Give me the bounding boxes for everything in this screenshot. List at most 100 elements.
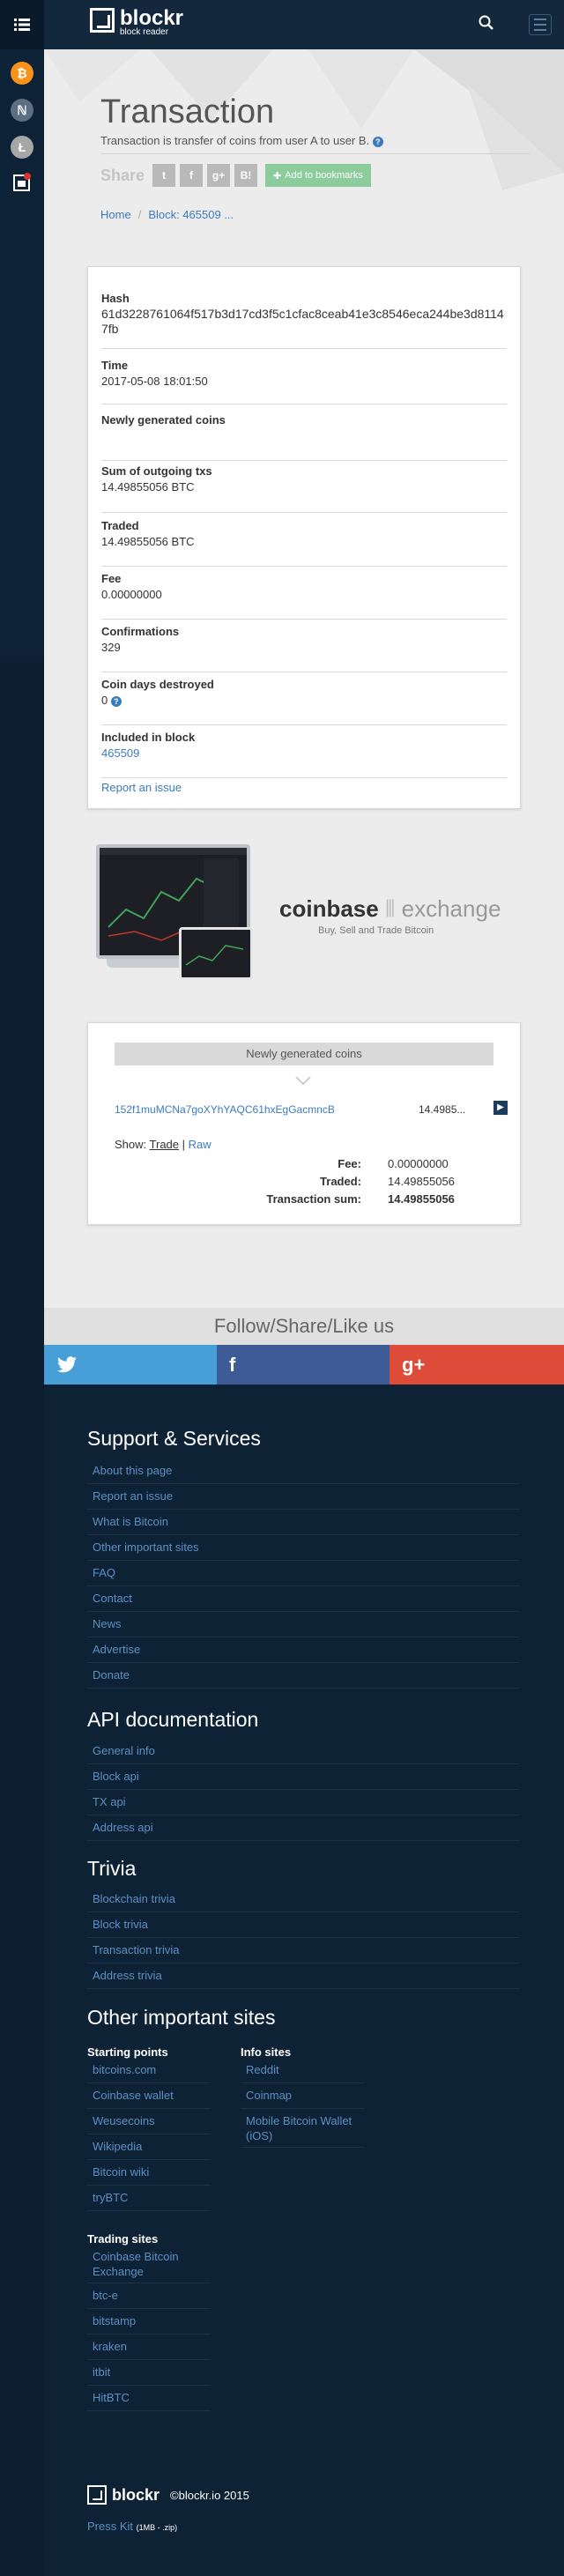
block-link[interactable]: 465509: [101, 746, 139, 760]
footer-link-about[interactable]: About this page: [87, 1459, 519, 1484]
footer-link-coinbase-wallet[interactable]: Coinbase wallet: [87, 2083, 211, 2109]
footer-link-block-trivia[interactable]: Block trivia: [87, 1912, 519, 1938]
page-hero: Transaction Transaction is transfer of c…: [44, 49, 564, 239]
googleplus-icon: g+: [402, 1353, 426, 1376]
show-trade-link[interactable]: Trade: [150, 1138, 179, 1151]
footer-link-coinmap[interactable]: Coinmap: [241, 2083, 364, 2109]
brand-name: blockr: [120, 6, 184, 30]
report-issue-link[interactable]: Report an issue: [101, 781, 182, 794]
search-icon: [479, 15, 494, 30]
googleplus-button[interactable]: g+: [390, 1345, 564, 1385]
breadcrumb-block[interactable]: Block: 465509 ...: [148, 208, 234, 221]
breadcrumb-home[interactable]: Home: [100, 208, 131, 221]
ad-brand-name: coinbase: [279, 895, 379, 922]
hash-label: Hash: [101, 292, 130, 305]
output-amount: 14.4985...: [419, 1103, 466, 1116]
footer-link-address-trivia[interactable]: Address trivia: [87, 1964, 519, 1989]
hash-field: Hash 61d3228761064f517b3d17cd3f5c1cfac8c…: [101, 292, 507, 349]
api-list: General info Block api TX api Address ap…: [87, 1739, 519, 1841]
page-subtitle: Transaction is transfer of coins from us…: [100, 134, 383, 147]
copyright: ©blockr.io 2015: [170, 2488, 249, 2502]
press-kit-note: (1MB - .zip): [136, 2523, 178, 2532]
hamburger-line: [534, 29, 546, 31]
facebook-icon: f: [229, 1353, 236, 1376]
footer-link-transaction-trivia[interactable]: Transaction trivia: [87, 1938, 519, 1964]
blockr-logo[interactable]: blockr block reader: [90, 8, 183, 37]
fee-summary-label: Fee:: [338, 1157, 361, 1170]
footer-link-advertise[interactable]: Advertise: [87, 1637, 519, 1663]
footer-link-address-api[interactable]: Address api: [87, 1815, 519, 1841]
twitter-icon: [56, 1355, 77, 1372]
footer-link-general-info[interactable]: General info: [87, 1739, 519, 1764]
hash-value: 61d3228761064f517b3d17cd3f5c1cfac8ceab41…: [101, 307, 504, 336]
fee-summary-value: 0.00000000: [388, 1157, 449, 1170]
api-heading: API documentation: [87, 1708, 259, 1731]
share-facebook-button[interactable]: f: [180, 164, 204, 187]
sum-field: Sum of outgoing txs 14.49855056 BTC: [101, 464, 507, 513]
footer-link-what-is-bitcoin[interactable]: What is Bitcoin: [87, 1510, 519, 1535]
footer-link-report[interactable]: Report an issue: [87, 1484, 519, 1510]
footer-link-bitcoins-com[interactable]: bitcoins.com: [87, 2058, 211, 2083]
footer-link-itbit[interactable]: itbit: [87, 2360, 211, 2386]
share-hatena-button[interactable]: B!: [234, 164, 258, 187]
share-twitter-button[interactable]: t: [152, 164, 176, 187]
notifications-button[interactable]: [0, 159, 44, 206]
footer-link-coinbase-exchange[interactable]: Coinbase Bitcoin Exchange: [87, 2245, 211, 2283]
coinbase-ad[interactable]: coinbase ⦀ exchange Buy, Sell and Trade …: [87, 828, 521, 996]
coin-days-row: 0 ?: [101, 693, 507, 708]
press-kit: Press Kit (1MB - .zip): [87, 2520, 177, 2533]
footer-link-btc-e[interactable]: btc-e: [87, 2283, 211, 2309]
footer-link-kraken[interactable]: kraken: [87, 2335, 211, 2360]
page-title: Transaction: [100, 93, 275, 130]
footer-link-weusecoins[interactable]: Weusecoins: [87, 2109, 211, 2134]
footer-link-bitcoin-wiki[interactable]: Bitcoin wiki: [87, 2160, 211, 2186]
help-icon[interactable]: ?: [372, 137, 383, 147]
footer-link-trybtc[interactable]: tryBTC: [87, 2186, 211, 2211]
footer-link-donate[interactable]: Donate: [87, 1663, 519, 1689]
other-sites-heading: Other important sites: [87, 2006, 276, 2029]
chevron-right-icon: ▶: [497, 1102, 504, 1112]
search-button[interactable]: [478, 14, 499, 35]
hamburger-menu-button[interactable]: [529, 14, 552, 35]
output-address-link[interactable]: 152f1muMCNa7goXYhYAQC61hxEgGacmncB: [115, 1103, 335, 1116]
notifications-icon: [13, 173, 31, 191]
footer-link-mobile-wallet[interactable]: Mobile Bitcoin Wallet (iOS): [241, 2109, 364, 2148]
show-raw-link[interactable]: Raw: [189, 1138, 212, 1151]
list-menu-button[interactable]: [0, 0, 44, 49]
ad-brand: coinbase ⦀ exchange: [279, 895, 501, 924]
add-bookmark-button[interactable]: ✚ Add to bookmarks: [265, 164, 371, 187]
footer-link-tx-api[interactable]: TX api: [87, 1790, 519, 1815]
press-kit-link[interactable]: Press Kit: [87, 2520, 133, 2533]
footer-link-reddit[interactable]: Reddit: [241, 2058, 364, 2083]
coin-days-label: Coin days destroyed: [101, 678, 214, 691]
footer-link-block-api[interactable]: Block api: [87, 1764, 519, 1790]
footer-link-wikipedia[interactable]: Wikipedia: [87, 2134, 211, 2160]
traded-summary-row: Traded: 14.49855056: [88, 1175, 494, 1188]
sum-label: Sum of outgoing txs: [101, 464, 212, 478]
info-sites-list: Reddit Coinmap Mobile Bitcoin Wallet (iO…: [241, 2058, 364, 2148]
breadcrumb-separator: /: [137, 208, 142, 221]
help-icon[interactable]: ?: [110, 696, 122, 707]
share-googleplus-button[interactable]: g+: [207, 164, 231, 187]
ad-tablet-image: [179, 927, 253, 980]
trading-sites-list: Coinbase Bitcoin Exchange btc-e bitstamp…: [87, 2245, 211, 2411]
output-details-button[interactable]: ▶: [494, 1101, 508, 1115]
footer-link-hitbtc[interactable]: HitBTC: [87, 2386, 211, 2411]
footer-link-bitstamp[interactable]: bitstamp: [87, 2309, 211, 2335]
footer-link-news[interactable]: News: [87, 1612, 519, 1637]
footer-link-blockchain-trivia[interactable]: Blockchain trivia: [87, 1887, 519, 1912]
facebook-button[interactable]: f: [217, 1345, 390, 1385]
trivia-list: Blockchain trivia Block trivia Transacti…: [87, 1887, 519, 1989]
confirmations-value: 329: [101, 641, 121, 654]
footer-link-other-sites[interactable]: Other important sites: [87, 1535, 519, 1561]
footer-link-contact[interactable]: Contact: [87, 1586, 519, 1612]
trivia-heading: Trivia: [87, 1857, 137, 1880]
footer-link-faq[interactable]: FAQ: [87, 1561, 519, 1586]
twitter-button[interactable]: [44, 1345, 217, 1385]
inputs-header: Newly generated coins: [115, 1043, 494, 1065]
hamburger-line: [534, 24, 546, 26]
page-subtitle-text: Transaction is transfer of coins from us…: [100, 134, 370, 147]
show-separator: |: [182, 1138, 186, 1151]
social-bar: f g+: [44, 1345, 564, 1385]
bitcoin-icon: ₿: [11, 62, 33, 85]
